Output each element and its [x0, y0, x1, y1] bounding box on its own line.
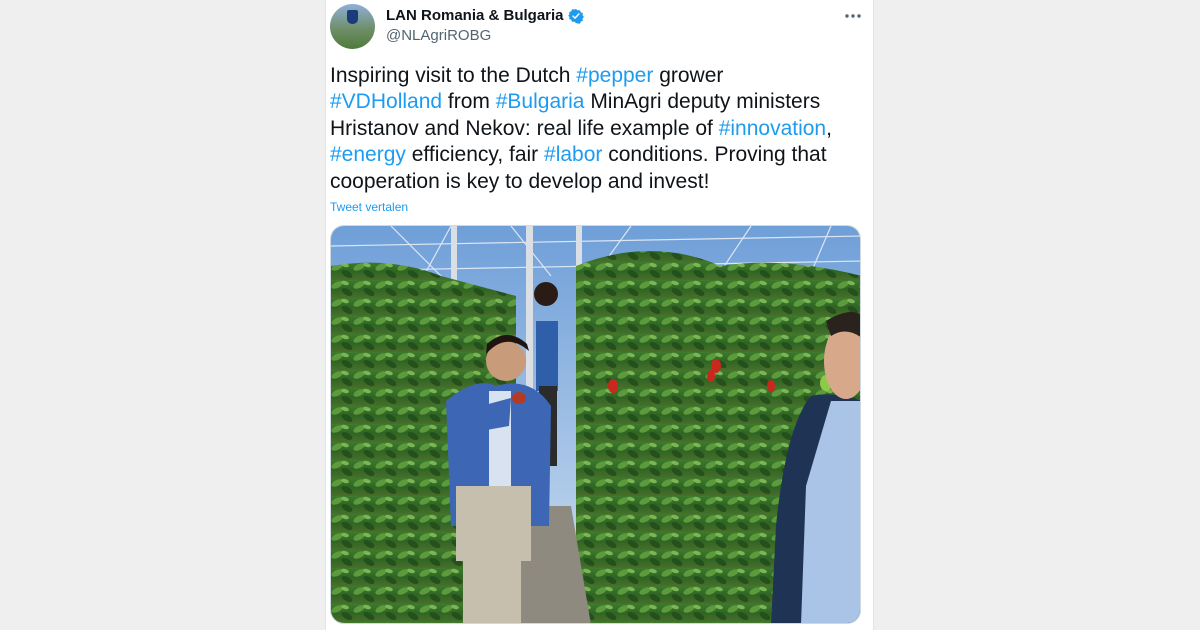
more-horizontal-icon: [845, 14, 861, 18]
tweet-text-segment: efficiency, fair: [405, 143, 545, 167]
author-name[interactable]: LAN Romania & Bulgaria: [386, 7, 564, 24]
hashtag-labor[interactable]: #labor: [544, 143, 602, 166]
hashtag-innovation[interactable]: #innovation: [719, 117, 826, 140]
avatar[interactable]: [330, 4, 375, 49]
crest-logo: [347, 10, 358, 24]
tweet-text-segment: ,: [826, 116, 832, 140]
greenhouse-photo: [331, 226, 860, 623]
author-handle[interactable]: @NLAgriROBG: [386, 27, 491, 44]
hashtag-energy[interactable]: #energy: [330, 143, 406, 166]
tweet-text-segment: from: [442, 90, 496, 114]
tweet-text-segment: Inspiring visit to the Dutch: [330, 64, 577, 87]
hashtag-vdholland[interactable]: #VDHolland: [330, 90, 442, 113]
hashtag-pepper[interactable]: #pepper: [576, 64, 653, 87]
translate-tweet-link[interactable]: Tweet vertalen: [330, 200, 408, 214]
tweet-text-segment: grower: [653, 64, 724, 87]
verified-badge-icon: [567, 8, 584, 24]
hashtag-bulgaria[interactable]: #Bulgaria: [496, 90, 585, 113]
tweet-card: LAN Romania & Bulgaria @NLAgriROBG Inspi…: [325, 0, 874, 630]
more-options-button[interactable]: [841, 6, 865, 26]
author-name-row[interactable]: LAN Romania & Bulgaria: [386, 7, 584, 24]
tweet-text: Inspiring visit to the Dutch #pepper gro…: [330, 63, 870, 195]
tweet-photo[interactable]: [330, 225, 861, 624]
